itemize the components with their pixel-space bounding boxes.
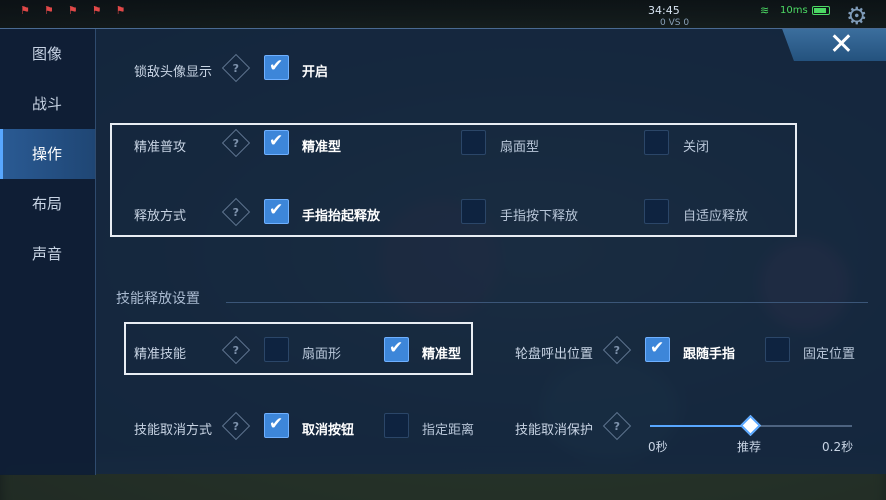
cancel-mode-label: 技能取消方式 (134, 423, 213, 438)
wheel-position-fixed-checkbox[interactable] (765, 337, 790, 362)
help-icon[interactable]: ? (221, 411, 251, 441)
settings-sidebar: 图像 战斗 操作 布局 声音 (0, 29, 96, 475)
wifi-icon: ≋ (760, 4, 770, 17)
precise-skill-fan-checkbox[interactable] (264, 337, 289, 362)
release-mode-option-adaptive: 自适应释放 (683, 209, 749, 224)
match-score: 0 VS 0 (660, 18, 690, 28)
cancel-mode-option-distance: 指定距离 (422, 423, 475, 438)
sidebar-item-layout[interactable]: 布局 (0, 179, 95, 229)
precise-skill-precise-checkbox[interactable] (384, 337, 409, 362)
slider-max-label: 0.2秒 (822, 440, 854, 454)
battery-icon (812, 6, 830, 15)
sidebar-item-combat[interactable]: 战斗 (0, 79, 95, 129)
cancel-protect-label: 技能取消保护 (515, 423, 594, 438)
wheel-position-label: 轮盘呼出位置 (515, 347, 594, 362)
precise-attack-fan-checkbox[interactable] (461, 130, 486, 155)
match-timer: 34:45 (648, 4, 680, 17)
wheel-position-option-follow: 跟随手指 (683, 347, 736, 362)
help-icon[interactable]: ? (602, 335, 632, 365)
lock-avatar-checkbox[interactable] (264, 55, 289, 80)
precise-attack-option-off: 关闭 (683, 140, 710, 155)
release-mode-label: 释放方式 (134, 209, 187, 224)
precise-attack-option-precise: 精准型 (302, 140, 342, 155)
section-divider (226, 302, 868, 303)
close-button[interactable]: ✕ (782, 27, 886, 62)
release-mode-lift-checkbox[interactable] (264, 199, 289, 224)
precise-attack-precise-checkbox[interactable] (264, 130, 289, 155)
precise-attack-label: 精准普攻 (134, 140, 187, 155)
skill-section-title: 技能释放设置 (116, 291, 200, 307)
cancel-mode-option-button: 取消按钮 (302, 423, 355, 438)
close-icon: ✕ (828, 27, 854, 62)
help-icon[interactable]: ? (221, 53, 251, 83)
ping-readout: 10ms (780, 5, 808, 16)
sidebar-item-controls[interactable]: 操作 (0, 129, 95, 179)
wheel-position-option-fixed: 固定位置 (803, 347, 856, 362)
cancel-mode-distance-checkbox[interactable] (384, 413, 409, 438)
precise-skill-label: 精准技能 (134, 347, 187, 362)
sidebar-item-graphics[interactable]: 图像 (0, 29, 95, 79)
cancel-protect-slider-fill (650, 425, 751, 427)
cancel-protect-slider-handle[interactable] (739, 414, 762, 437)
precise-skill-option-fan: 扇面形 (302, 347, 342, 362)
gear-icon[interactable]: ⚙ (846, 2, 868, 30)
lock-avatar-option: 开启 (302, 65, 329, 80)
settings-dialog: 图像 战斗 操作 布局 声音 ✕ 锁敌头像显示 ? 开启 精准普攻 ? 精准型 … (0, 27, 886, 475)
wheel-position-follow-checkbox[interactable] (645, 337, 670, 362)
precise-attack-option-fan: 扇面型 (500, 140, 540, 155)
release-mode-press-checkbox[interactable] (461, 199, 486, 224)
lock-avatar-label: 锁敌头像显示 (134, 65, 213, 80)
precise-attack-off-checkbox[interactable] (644, 130, 669, 155)
game-hud: ⚑⚑⚑⚑⚑ 34:45 0 VS 0 ≋ 10ms ⚙ (0, 0, 886, 30)
release-mode-option-press: 手指按下释放 (500, 209, 579, 224)
release-mode-option-lift: 手指抬起释放 (302, 209, 381, 224)
help-icon[interactable]: ? (602, 411, 632, 441)
release-mode-adaptive-checkbox[interactable] (644, 199, 669, 224)
slider-min-label: 0秒 (648, 440, 668, 454)
sidebar-item-sound[interactable]: 声音 (0, 229, 95, 279)
cancel-mode-button-checkbox[interactable] (264, 413, 289, 438)
precise-skill-option-precise: 精准型 (422, 347, 462, 362)
slider-recommended-label: 推荐 (737, 440, 762, 454)
team-flags-icon: ⚑⚑⚑⚑⚑ (20, 4, 140, 17)
